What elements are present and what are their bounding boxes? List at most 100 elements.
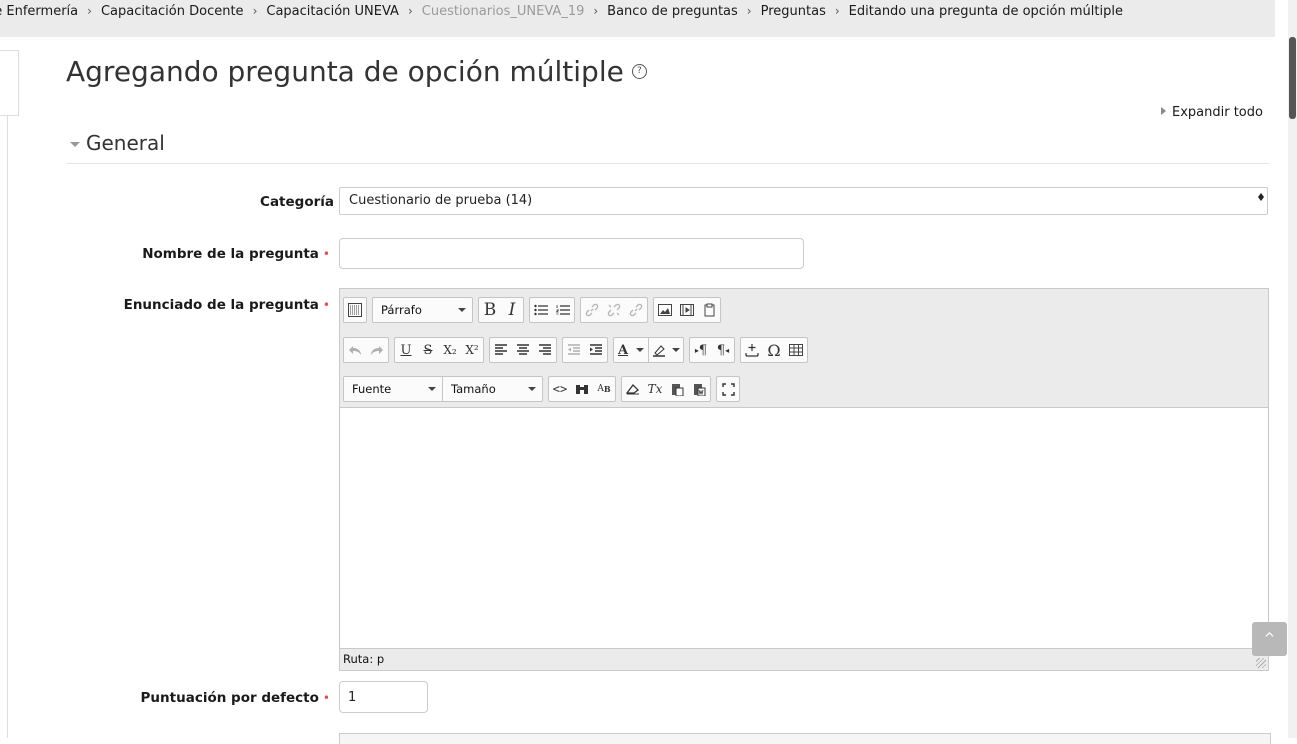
left-drawer-edge [0,50,19,738]
special-char-icon[interactable]: Ω [763,338,785,362]
default-mark-input[interactable] [339,681,428,713]
breadcrumb-separator-icon: › [252,4,258,18]
unlink-icon[interactable] [603,298,625,322]
chevron-up-icon: ^ [1263,631,1276,647]
bold-icon[interactable]: B [479,298,501,322]
toolbar-group: B I [478,297,524,323]
superscript-icon[interactable]: X² [461,338,483,362]
breadcrumb-separator-icon: › [834,4,840,18]
fullscreen-icon[interactable] [717,377,739,401]
breadcrumb-item[interactable]: de Enfermería [0,4,78,19]
underline-icon[interactable]: U [395,338,417,362]
font-family-dropdown[interactable]: Fuente [344,377,442,401]
text-color-icon[interactable]: A [614,338,648,362]
pilcrow-icon: ¶ [716,342,726,358]
toolbar-group: Ω [740,337,808,363]
toolbar-group: Tx [621,376,711,402]
help-icon[interactable]: ? [631,63,647,79]
category-label-text: Categoría [260,194,334,210]
toolbar-group [562,337,608,363]
toolbar-toggle-icon[interactable] [344,298,366,322]
toolbar-row-3: Fuente Tamaño <> AB Tx [343,375,745,403]
expand-all-link[interactable]: Expandir todo [1161,105,1263,120]
toolbar-group [489,337,557,363]
category-select[interactable]: Cuestionario de prueba (14) [339,187,1268,215]
breadcrumb-separator-icon: › [593,4,599,18]
breadcrumb-item[interactable]: Capacitación UNEVA [266,4,399,19]
align-right-icon[interactable] [534,338,556,362]
required-icon: • [322,247,330,261]
font-size-value: Tamaño [451,382,496,396]
find-replace-icon[interactable]: AB [593,377,615,401]
anchor-link-icon[interactable] [625,298,647,322]
section-general-toggle[interactable]: General [70,131,165,155]
toolbar-group [716,376,740,402]
redo-icon[interactable] [366,338,388,362]
vertical-scrollbar[interactable] [1288,0,1297,738]
next-field-partial [339,733,1271,744]
breadcrumb-separator-icon: › [746,4,752,18]
paste-text-icon[interactable] [666,377,688,401]
toolbar-group [653,297,721,323]
resize-grip-icon[interactable] [1256,658,1266,668]
toolbar-group: ▸ ¶ ¶ ◂ [689,337,735,363]
breadcrumb-item[interactable]: Banco de preguntas [607,4,738,19]
image-icon[interactable] [654,298,676,322]
breadcrumb-item[interactable]: Capacitación Docente [101,4,244,19]
background-color-icon[interactable] [649,338,683,362]
breadcrumb-bar: de Enfermería › Capacitación Docente › Capac… [0,0,1275,37]
align-left-icon[interactable] [490,338,512,362]
category-label: Categoría [160,194,334,210]
toolbar-group [343,297,367,323]
paragraph-format-value: Párrafo [381,303,422,317]
question-name-label-text: Nombre de la pregunta [142,246,319,262]
italic-icon[interactable]: I [501,298,523,322]
html-code-icon[interactable]: <> [549,377,571,401]
font-size-dropdown[interactable]: Tamaño [443,377,542,401]
caret-down-icon [70,142,80,147]
align-center-icon[interactable] [512,338,534,362]
chevron-down-icon [672,348,680,352]
equation-icon[interactable] [741,338,763,362]
indent-icon[interactable] [585,338,607,362]
section-divider [66,163,1269,164]
breadcrumb-item[interactable]: Preguntas [761,4,826,19]
numbered-list-icon[interactable] [552,298,574,322]
page-title-text: Agregando pregunta de opción múltiple [66,55,624,88]
clear-format-icon[interactable]: Tx [644,377,666,401]
link-icon[interactable] [581,298,603,322]
toolbar-group: Fuente Tamaño [343,376,543,402]
toolbar-group: U S X₂ X² [394,337,484,363]
ltr-icon[interactable]: ▸ ¶ [690,338,712,362]
scrollbar-thumb[interactable] [1289,37,1296,119]
toolbar-row-2: U S X₂ X² A ▸ ¶ ¶ ◂ Ω [343,336,813,364]
toolbar-group [580,297,648,323]
remove-format-icon[interactable] [622,377,644,401]
rtl-icon[interactable]: ¶ ◂ [712,338,734,362]
font-family-value: Fuente [352,382,392,396]
outdent-icon[interactable] [563,338,585,362]
drawer-toggle-tab[interactable] [0,50,19,116]
caret-right-icon [1161,107,1166,115]
toolbar-group: A [613,337,684,363]
bullet-list-icon[interactable] [530,298,552,322]
subscript-icon[interactable]: X₂ [439,338,461,362]
default-mark-label-text: Puntuación por defecto [140,690,319,706]
editor-content-area[interactable] [340,408,1268,648]
find-icon[interactable] [571,377,593,401]
undo-icon[interactable] [344,338,366,362]
strikethrough-icon[interactable]: S [417,338,439,362]
required-icon: • [322,691,330,705]
table-icon[interactable] [785,338,807,362]
paste-word-icon[interactable] [688,377,710,401]
default-mark-label: Puntuación por defecto • [80,690,330,706]
breadcrumb-item[interactable]: Cuestionarios_UNEVA_19 [422,4,585,19]
page-title: Agregando pregunta de opción múltiple? [66,54,647,90]
manage-files-icon[interactable] [698,298,720,322]
scroll-to-top-button[interactable]: ^ [1252,622,1287,656]
toolbar-group: <> AB [548,376,616,402]
paragraph-format-dropdown[interactable]: Párrafo [373,298,472,322]
question-name-input[interactable] [339,238,804,269]
media-icon[interactable] [676,298,698,322]
chevron-down-icon [528,387,536,391]
